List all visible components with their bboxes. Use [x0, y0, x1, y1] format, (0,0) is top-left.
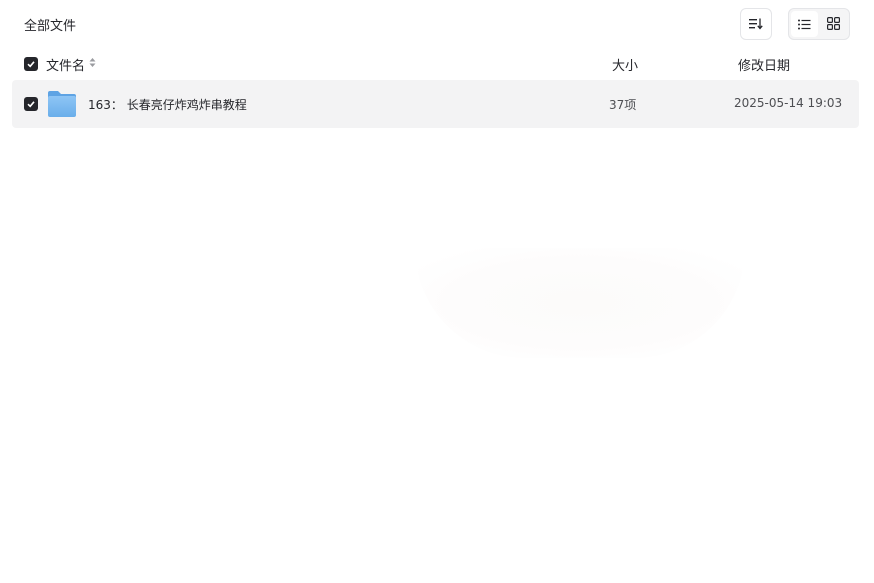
list-view-button[interactable]: [791, 11, 818, 37]
check-icon: [27, 61, 35, 68]
grid-view-button[interactable]: [820, 11, 847, 37]
background-shadow: [415, 248, 745, 358]
file-size: 37项: [609, 98, 637, 112]
view-toggle: [788, 8, 850, 40]
file-date: 2025-05-14 19:03: [734, 96, 843, 110]
table-row[interactable]: 163： 长春亮仔炸鸡炸串教程 37项 2025-05-14 19:03: [12, 80, 859, 128]
grid-view-icon: [827, 15, 841, 34]
column-date-header[interactable]: 修改日期: [738, 55, 790, 74]
check-icon: [27, 101, 35, 108]
table-header: 文件名 大小 修改日期: [12, 50, 859, 78]
sort-icon: [749, 15, 763, 34]
breadcrumb[interactable]: 全部文件: [24, 15, 76, 34]
column-size-header[interactable]: 大小: [612, 55, 638, 74]
column-name-label: 文件名: [46, 59, 86, 74]
file-name[interactable]: 163： 长春亮仔炸鸡炸串教程: [88, 96, 247, 113]
row-checkbox[interactable]: [24, 97, 38, 111]
select-all-checkbox[interactable]: [24, 57, 38, 71]
sort-updown-icon: [89, 57, 96, 72]
folder-icon: [47, 90, 77, 121]
column-name-header[interactable]: 文件名: [46, 55, 96, 74]
sort-button[interactable]: [740, 8, 772, 40]
list-view-icon: [798, 15, 811, 34]
